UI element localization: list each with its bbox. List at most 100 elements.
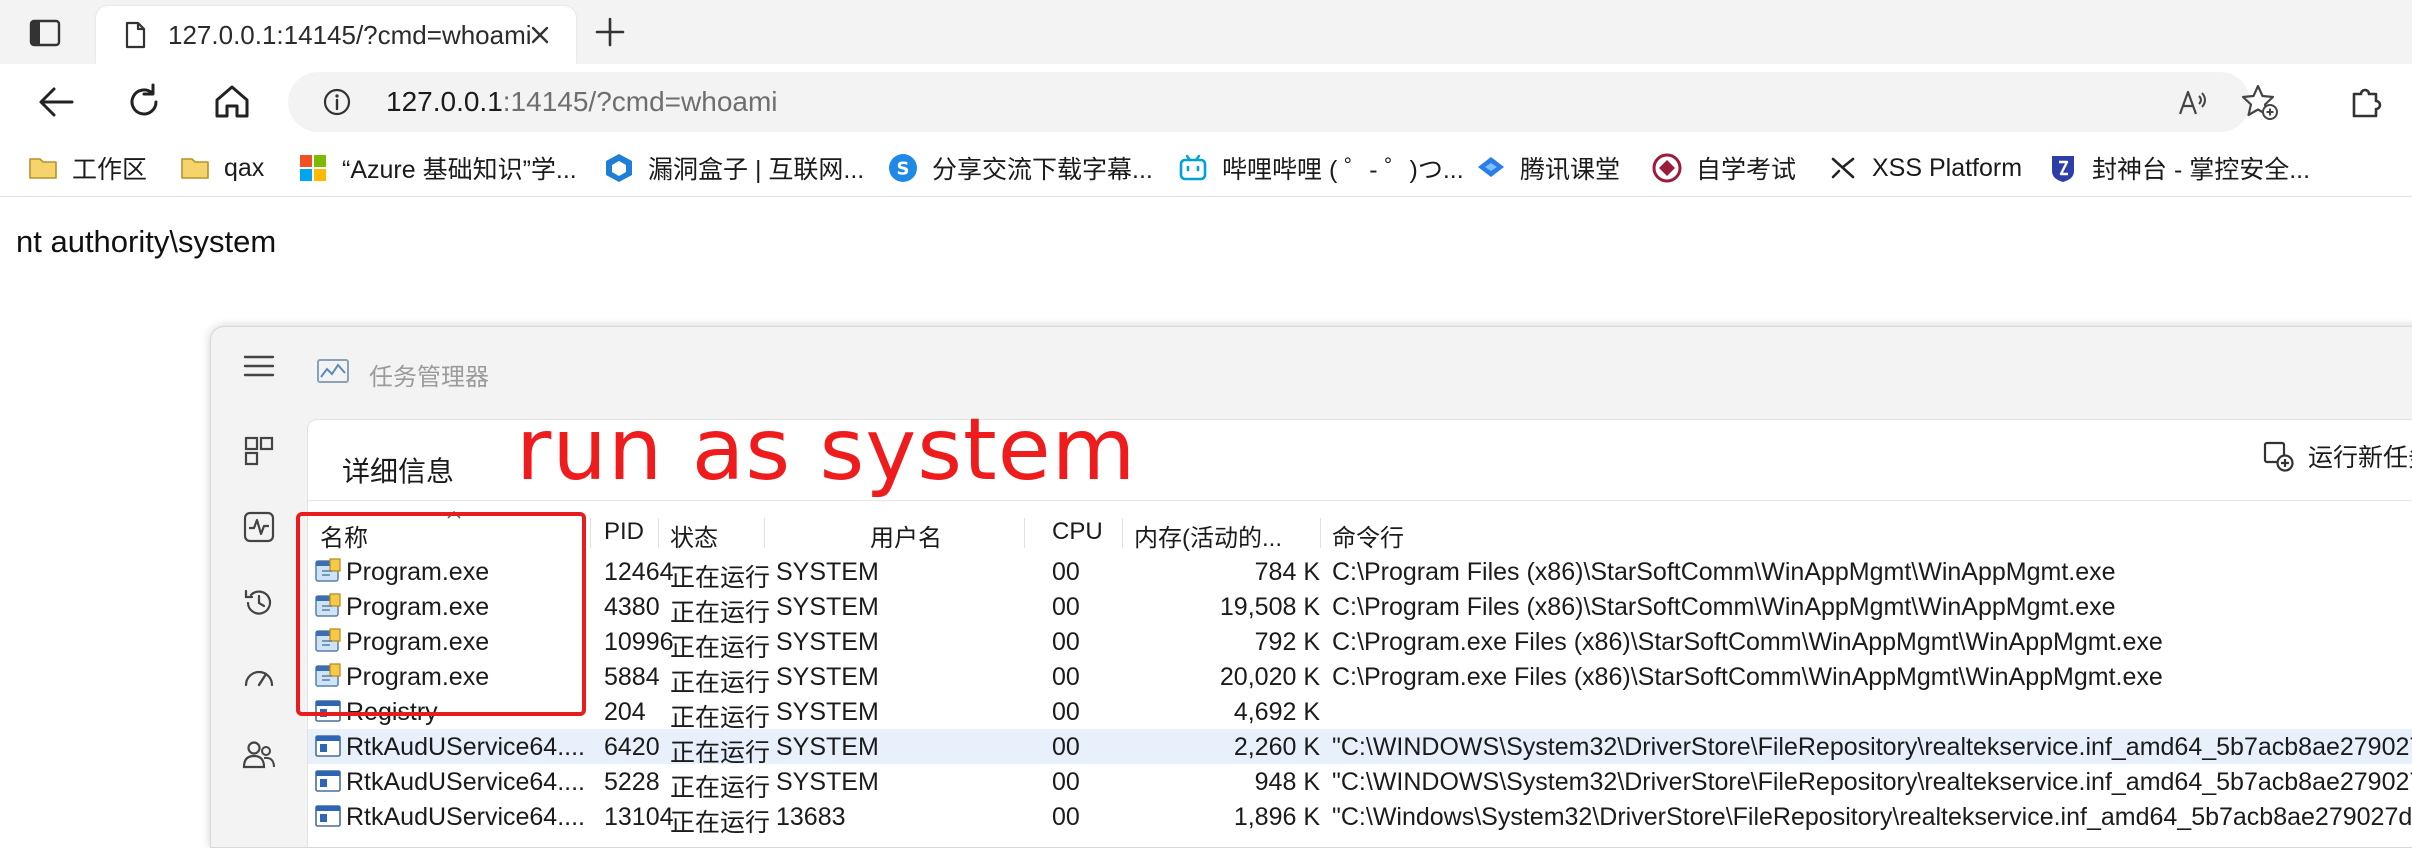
extensions-icon[interactable] (2346, 80, 2388, 122)
annotation-highlight-box (296, 512, 586, 716)
process-cpu: 00 (1052, 558, 1080, 586)
process-pid: 4380 (604, 593, 660, 621)
process-pid: 6420 (604, 733, 660, 761)
process-cpu: 00 (1052, 733, 1080, 761)
process-cmdline: "C:\WINDOWS\System32\DriverStore\FileRep… (1332, 768, 2412, 796)
site-info-icon[interactable] (322, 87, 352, 117)
process-row[interactable]: RtkAudUService64.... 13104 正在运行 13683 00 1,89… (308, 799, 2412, 837)
self-study-icon (1652, 153, 1682, 183)
process-cmdline: C:\Program Files (x86)\StarSoftComm\WinA… (1332, 558, 2116, 586)
tab-strip: 127.0.0.1:14145/?cmd=whoami (0, 0, 2412, 65)
bookmark-item[interactable]: 自学考试 (1652, 150, 1796, 186)
process-row[interactable]: Program.exe 10996 正在运行 SYSTEM 00 792 K C:\Prog… (308, 624, 2412, 662)
column-divider[interactable] (590, 518, 591, 548)
column-divider[interactable] (1122, 518, 1123, 548)
process-memory: 2,260 K (1233, 733, 1320, 761)
process-memory: 1,896 K (1233, 803, 1320, 831)
process-pid: 10996 (604, 628, 674, 656)
startup-apps-nav-icon[interactable] (241, 661, 277, 697)
process-row[interactable]: Program.exe 4380 正在运行 SYSTEM 00 19,508 K C:\Pr… (308, 589, 2412, 627)
column-header-memory[interactable]: 内存(活动的... (1134, 518, 1282, 553)
bookmark-item[interactable]: 封神台 - 掌控安全... (2048, 150, 2310, 186)
service-icon (315, 770, 341, 792)
process-cmdline: C:\Program.exe Files (x86)\StarSoftComm\… (1332, 663, 2163, 691)
column-header-user[interactable]: 用户名 (870, 518, 942, 553)
bookmark-item[interactable]: S 分享交流下载字幕... (888, 150, 1153, 186)
add-favorite-icon[interactable] (2240, 82, 2280, 122)
active-tab[interactable]: 127.0.0.1:14145/?cmd=whoami (96, 6, 576, 64)
url-text[interactable]: 127.0.0.1:14145/?cmd=whoami (386, 86, 778, 118)
favorites-bar: 工作区 qax “Azure 基础知识”学... 漏洞盒子 | 互联网... S… (0, 140, 2412, 197)
users-nav-icon[interactable] (241, 737, 277, 773)
process-name: RtkAudUService64.... (346, 733, 585, 761)
browser-toolbar: 127.0.0.1:14145/?cmd=whoami (0, 64, 2412, 140)
column-divider[interactable] (764, 518, 765, 548)
process-row[interactable]: Registry 204 正在运行 SYSTEM 00 4,692 K (308, 694, 2412, 732)
column-divider[interactable] (1024, 518, 1025, 548)
column-header-status[interactable]: 状态 (670, 518, 718, 553)
service-icon (315, 735, 341, 757)
address-bar[interactable]: 127.0.0.1:14145/?cmd=whoami (288, 72, 2250, 132)
back-icon[interactable] (34, 80, 78, 124)
process-row[interactable]: Program.exe 5884 正在运行 SYSTEM 00 20,020 K C:\Pr… (308, 659, 2412, 697)
bookmark-item[interactable]: 漏洞盒子 | 互联网... (604, 150, 864, 186)
folder-icon (29, 158, 57, 179)
bookmark-item[interactable]: qax (180, 150, 264, 186)
folder-icon (181, 158, 209, 179)
header-divider (308, 500, 2412, 501)
new-tab-icon[interactable] (592, 14, 628, 50)
service-icon (315, 805, 341, 827)
task-manager-title: 任务管理器 (369, 364, 489, 391)
process-user: SYSTEM (776, 698, 879, 726)
task-manager-app-icon (317, 359, 349, 383)
process-cpu: 00 (1052, 628, 1080, 656)
app-history-nav-icon[interactable] (241, 585, 277, 621)
process-cpu: 00 (1052, 768, 1080, 796)
bookmark-item[interactable]: XSS Platform (1828, 150, 2022, 186)
bilibili-icon (1179, 154, 1207, 181)
read-aloud-icon[interactable] (2176, 86, 2210, 120)
performance-nav-icon[interactable] (241, 509, 277, 545)
process-memory: 19,508 K (1219, 593, 1320, 621)
close-tab-icon[interactable] (526, 21, 554, 49)
process-row[interactable]: RtkAudUService64.... 6420 正在运行 SYSTEM 00 2,26… (308, 729, 2412, 767)
column-header-cpu[interactable]: CPU (1052, 518, 1103, 546)
bookmark-item[interactable]: 工作区 (28, 150, 147, 186)
tab-title: 127.0.0.1:14145/?cmd=whoami (168, 20, 532, 50)
run-new-task-button[interactable]: 运行新任务 (2262, 438, 2412, 474)
bookmark-item[interactable]: 哔哩哔哩 ( ゜- ゜)つ... (1178, 150, 1464, 186)
bookmark-item[interactable]: 腾讯课堂 (1476, 150, 1620, 186)
microsoft-logo-icon (300, 155, 326, 181)
tab-actions-icon[interactable] (26, 14, 64, 52)
home-icon[interactable] (210, 80, 254, 124)
process-memory: 4,692 K (1233, 698, 1320, 726)
process-cpu: 00 (1052, 663, 1080, 691)
column-header-cmdline[interactable]: 命令行 (1332, 518, 1404, 553)
process-pid: 5228 (604, 768, 660, 796)
svg-text:S: S (897, 159, 910, 180)
process-user: SYSTEM (776, 663, 879, 691)
column-divider[interactable] (658, 518, 659, 548)
process-pid: 204 (604, 698, 646, 726)
run-new-task-icon (2263, 441, 2294, 472)
process-user: SYSTEM (776, 768, 879, 796)
processes-nav-icon[interactable] (241, 433, 277, 469)
process-user: SYSTEM (776, 733, 879, 761)
bookmark-item[interactable]: “Azure 基础知识”学... (298, 150, 577, 186)
process-pid: 5884 (604, 663, 660, 691)
command-output: nt authority\system (16, 224, 277, 259)
process-pid: 12464 (604, 558, 674, 586)
refresh-icon[interactable] (122, 80, 166, 124)
url-host: 127.0.0.1 (386, 86, 503, 117)
process-user: 13683 (776, 803, 846, 831)
process-cmdline: C:\Program Files (x86)\StarSoftComm\WinA… (1332, 593, 2116, 621)
process-row[interactable]: RtkAudUService64.... 5228 正在运行 SYSTEM 00 948 … (308, 764, 2412, 802)
hamburger-menu-icon[interactable] (243, 353, 275, 379)
process-user: SYSTEM (776, 593, 879, 621)
process-cmdline: C:\Program.exe Files (x86)\StarSoftComm\… (1332, 628, 2163, 656)
process-memory: 792 K (1254, 628, 1320, 656)
column-header-pid[interactable]: PID (604, 518, 644, 546)
column-divider[interactable] (1320, 518, 1321, 548)
process-pid: 13104 (604, 803, 674, 831)
process-row[interactable]: Program.exe 12464 正在运行 SYSTEM 00 784 K C:\Prog… (308, 554, 2412, 592)
